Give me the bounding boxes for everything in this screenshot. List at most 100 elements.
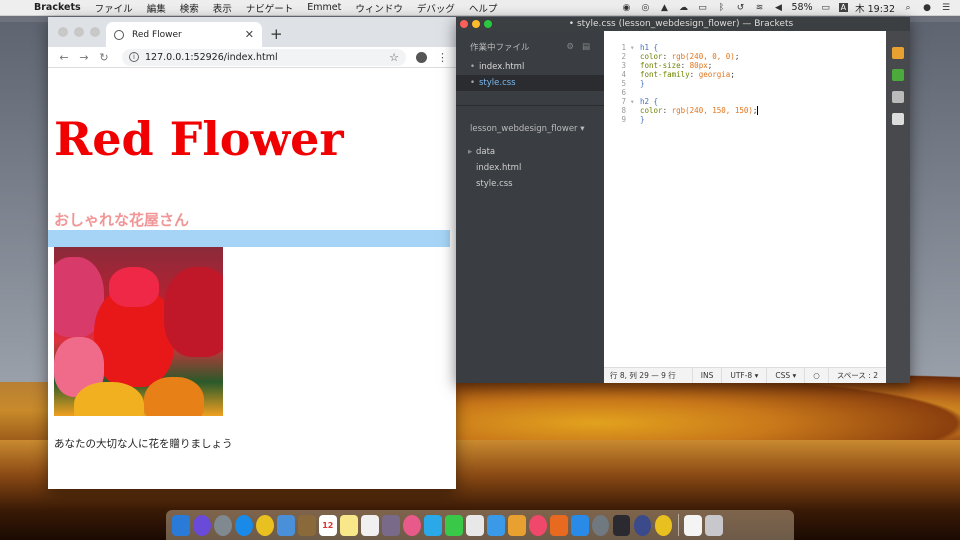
insert-mode[interactable]: INS <box>691 367 722 383</box>
code-text[interactable]: font-family: georgia; <box>640 70 735 79</box>
preview-icon[interactable] <box>276 514 295 536</box>
menu-navigate[interactable]: ナビゲート <box>246 1 294 15</box>
books-icon[interactable] <box>549 514 568 536</box>
fold-marker[interactable] <box>630 88 640 97</box>
document-icon[interactable] <box>683 514 702 536</box>
project-dropdown[interactable]: lesson_webdesign_flower ▾ <box>456 105 604 144</box>
ghost-icon[interactable]: ▲ <box>658 3 670 13</box>
tree-file-style-css[interactable]: style.css <box>456 176 604 192</box>
brackets-minimize-button[interactable] <box>472 20 480 28</box>
battery-icon[interactable]: ▭ <box>820 3 832 13</box>
notes-book-icon[interactable] <box>297 514 316 536</box>
menu-debug[interactable]: デバッグ <box>417 1 455 15</box>
system-preferences-icon[interactable] <box>591 514 610 536</box>
fold-marker[interactable]: ▾ <box>630 97 640 106</box>
fold-marker[interactable]: ▾ <box>630 43 640 52</box>
code-line[interactable]: 4 font-family: georgia; <box>604 70 886 79</box>
fold-marker[interactable] <box>630 52 640 61</box>
keynote-icon[interactable] <box>507 514 526 536</box>
gear-icon[interactable]: ⚙ <box>566 42 574 52</box>
code-area[interactable]: 1 ▾ h1 {2 color: rgb(240, 0, 0); 3 font-siz… <box>604 31 886 124</box>
record-icon[interactable]: ◉ <box>620 3 632 13</box>
site-info-icon[interactable]: i <box>129 52 139 62</box>
code-text[interactable]: font-size: 80px; <box>640 61 712 70</box>
forward-arrow-icon[interactable]: → <box>76 51 92 64</box>
messages-icon[interactable] <box>423 514 442 536</box>
profile-avatar-icon[interactable] <box>416 51 427 63</box>
working-file-style-css[interactable]: style.css <box>456 75 604 91</box>
tree-file-index-html[interactable]: index.html <box>456 160 604 176</box>
minimize-window-button[interactable] <box>74 27 84 37</box>
chrome-icon[interactable] <box>255 514 274 536</box>
file-tree-icon[interactable] <box>892 113 904 125</box>
code-line[interactable]: 7 ▾ h2 { <box>604 97 886 106</box>
new-tab-button[interactable]: + <box>270 25 283 43</box>
menu-edit[interactable]: 編集 <box>147 1 166 15</box>
app-menu[interactable]: Brackets <box>34 2 81 13</box>
photos-icon[interactable] <box>402 514 421 536</box>
browser-tab-active[interactable]: Red Flower ✕ <box>106 22 262 47</box>
bookmark-star-icon[interactable]: ☆ <box>389 51 399 64</box>
code-line[interactable]: 2 color: rgb(240, 0, 0); <box>604 52 886 61</box>
code-line[interactable]: 3 font-size: 80px; <box>604 61 886 70</box>
calendar-icon[interactable]: 12 <box>318 514 337 536</box>
tree-folder-data[interactable]: data <box>456 144 604 160</box>
tab-close-icon[interactable]: ✕ <box>245 28 254 41</box>
fold-marker[interactable] <box>630 61 640 70</box>
code-editor[interactable]: 1 ▾ h1 {2 color: rgb(240, 0, 0); 3 font-siz… <box>604 31 886 383</box>
code-line[interactable]: 9} <box>604 115 886 124</box>
volume-icon[interactable]: ◀ <box>772 3 784 13</box>
working-file-index-html[interactable]: index.html <box>456 59 604 75</box>
siri-icon[interactable] <box>192 514 211 536</box>
input-source-badge[interactable]: A <box>838 3 849 12</box>
language-select[interactable]: CSS ▾ <box>766 367 804 383</box>
menu-file[interactable]: ファイル <box>95 1 133 15</box>
code-text[interactable]: } <box>640 79 645 88</box>
battery-percent[interactable]: 58% <box>791 2 812 13</box>
siri-icon[interactable]: ● <box>921 3 933 13</box>
indent-setting[interactable]: スペース : 2 <box>827 367 886 383</box>
code-line[interactable]: 1 ▾ h1 { <box>604 43 886 52</box>
music-icon[interactable] <box>528 514 547 536</box>
notes-icon[interactable] <box>339 514 358 536</box>
notification-center-icon[interactable]: ☰ <box>940 3 952 13</box>
trash-icon[interactable] <box>704 514 723 536</box>
app-store-icon[interactable] <box>570 514 589 536</box>
bluetooth-icon[interactable]: ᛒ <box>715 3 727 13</box>
live-preview-icon[interactable] <box>892 47 904 59</box>
spotlight-search-icon[interactable]: ⌕ <box>902 3 914 13</box>
quicktime-icon[interactable] <box>633 514 652 536</box>
brackets-close-button[interactable] <box>460 20 468 28</box>
target-icon[interactable]: ◎ <box>639 3 651 13</box>
fold-marker[interactable] <box>630 115 640 124</box>
reload-icon[interactable]: ↻ <box>96 51 112 64</box>
cast-icon[interactable]: ▭ <box>696 3 708 13</box>
mission-control-icon[interactable] <box>381 514 400 536</box>
menu-window[interactable]: ウィンドウ <box>355 1 403 15</box>
safari-icon[interactable] <box>234 514 253 536</box>
chrome-dock-icon-2[interactable] <box>654 514 673 536</box>
code-line[interactable]: 8 color: rgb(240, 150, 150); <box>604 106 886 115</box>
brackets-icon[interactable] <box>612 514 631 536</box>
brackets-zoom-button[interactable] <box>484 20 492 28</box>
extension-manager-icon[interactable] <box>892 69 904 81</box>
menu-search[interactable]: 検索 <box>180 1 199 15</box>
menu-emmet[interactable]: Emmet <box>307 2 341 13</box>
back-arrow-icon[interactable]: ← <box>56 51 72 64</box>
fold-marker[interactable] <box>630 106 640 115</box>
address-bar[interactable]: i 127.0.0.1:52926/index.html ☆ <box>122 48 406 66</box>
fold-marker[interactable] <box>630 79 640 88</box>
code-text[interactable]: } <box>640 115 645 124</box>
code-text[interactable]: h1 { <box>640 43 658 52</box>
code-line[interactable]: 6 <box>604 88 886 97</box>
cloud-icon[interactable]: ☁ <box>677 3 689 13</box>
more-menu-icon[interactable]: ⋮ <box>437 51 448 64</box>
launchpad-icon[interactable] <box>213 514 232 536</box>
code-line[interactable]: 5} <box>604 79 886 88</box>
facetime-icon[interactable] <box>444 514 463 536</box>
wifi-icon[interactable]: ≋ <box>753 3 765 13</box>
lint-status-icon[interactable]: ○ <box>804 367 828 383</box>
encoding-select[interactable]: UTF-8 ▾ <box>721 367 766 383</box>
timemachine-icon[interactable]: ↺ <box>734 3 746 13</box>
code-text[interactable]: color: rgb(240, 150, 150); <box>640 106 759 115</box>
